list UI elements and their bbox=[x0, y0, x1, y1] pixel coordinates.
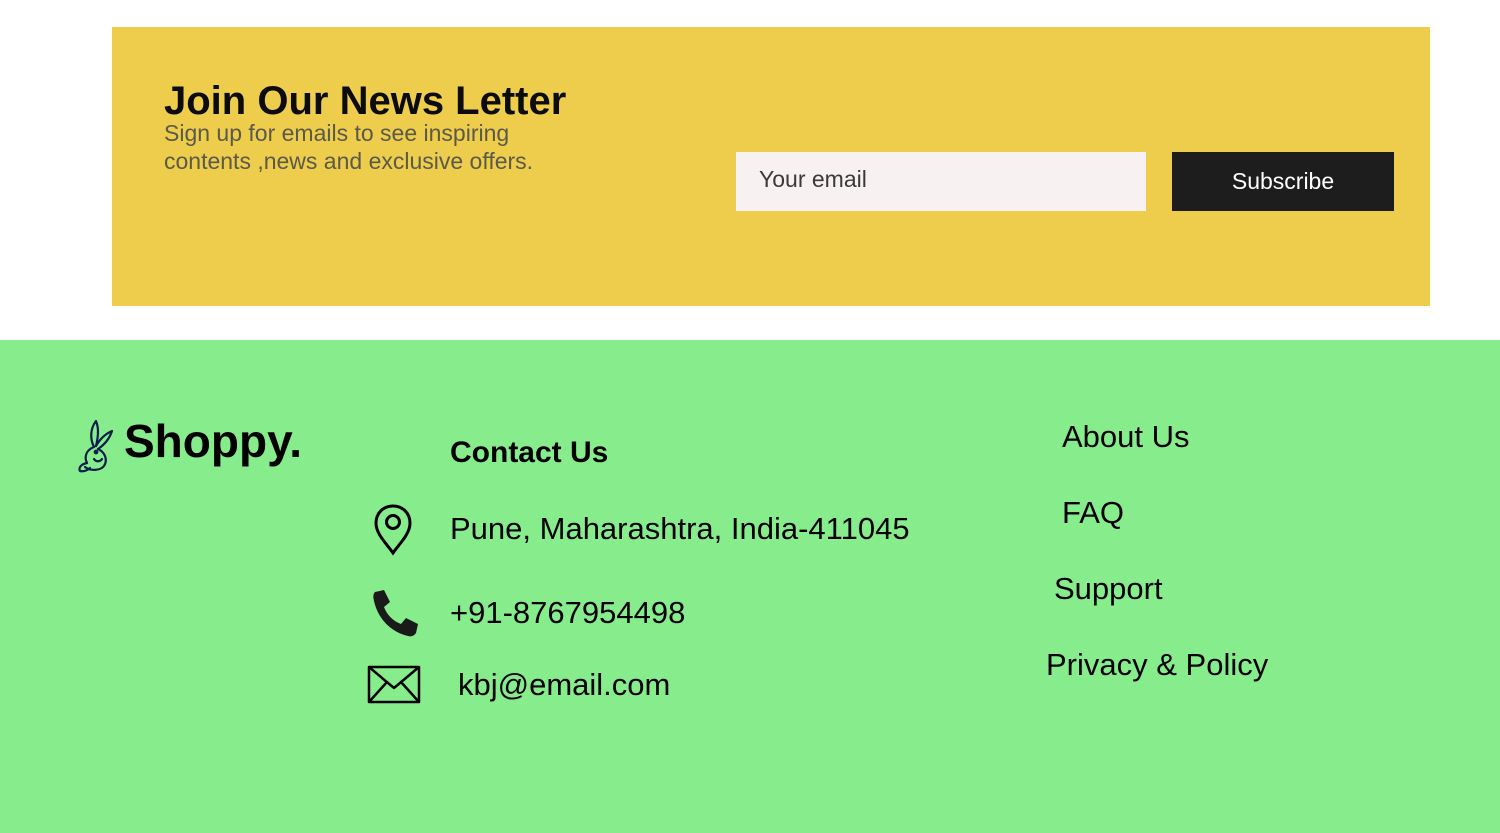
footer-link-about-us[interactable]: About Us bbox=[1062, 417, 1190, 457]
footer: Shoppy. Contact Us Pune, Maharashtra, In… bbox=[0, 340, 1500, 833]
footer-link-faq[interactable]: FAQ bbox=[1062, 493, 1124, 533]
contact-heading: Contact Us bbox=[450, 436, 609, 469]
address-text: Pune, Maharashtra, India-411045 bbox=[450, 511, 910, 546]
brand-name: Shoppy. bbox=[124, 415, 303, 467]
contact-address: Pune, Maharashtra, India-411045 bbox=[366, 502, 986, 556]
footer-link-privacy-policy[interactable]: Privacy & Policy bbox=[1046, 645, 1268, 685]
footer-link-support[interactable]: Support bbox=[1054, 569, 1163, 609]
subscribe-button[interactable]: Subscribe bbox=[1172, 152, 1394, 211]
newsletter-section: Join Our News Letter Sign up for emails … bbox=[112, 27, 1430, 306]
phone-icon bbox=[373, 590, 418, 637]
newsletter-subtitle: Sign up for emails to see inspiring cont… bbox=[164, 120, 534, 174]
phone-text: +91-8767954498 bbox=[450, 595, 686, 630]
contact-phone[interactable]: +91-8767954498 bbox=[366, 586, 986, 640]
rabbit-logo-icon bbox=[78, 419, 114, 473]
contact-email[interactable]: kbj@email.com bbox=[366, 658, 986, 712]
email-text: kbj@email.com bbox=[458, 667, 671, 702]
location-pin-icon bbox=[374, 504, 412, 556]
email-input[interactable] bbox=[736, 152, 1146, 211]
newsletter-title: Join Our News Letter bbox=[164, 79, 567, 123]
envelope-icon bbox=[367, 665, 421, 704]
